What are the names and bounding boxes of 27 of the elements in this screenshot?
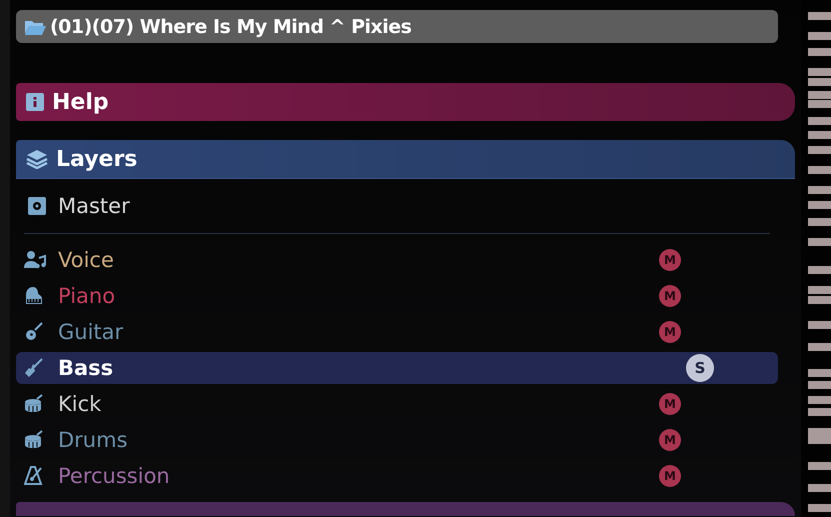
layer-row[interactable]: Piano M: [16, 280, 778, 312]
layer-row[interactable]: Kick M: [16, 388, 778, 420]
layer-row[interactable]: Guitar M: [16, 316, 778, 348]
layer-name: Kick: [58, 392, 102, 416]
section-title: Layers: [56, 146, 138, 172]
solo-button[interactable]: S: [686, 354, 714, 382]
file-row[interactable]: (01)(07) Where Is My Mind ^ Pixies: [16, 10, 778, 43]
layer-row[interactable]: Percussion M: [16, 460, 778, 492]
layer-row[interactable]: Master: [16, 191, 778, 221]
layer-name: Master: [58, 194, 130, 218]
layer-name: Bass: [58, 356, 114, 380]
section-title: Help: [52, 90, 109, 114]
layer-row[interactable]: Bass S: [16, 352, 778, 384]
layer-name: Guitar: [58, 320, 124, 344]
help-header[interactable]: Help: [16, 83, 795, 121]
layer-row[interactable]: Drums M: [16, 424, 778, 456]
layers-header[interactable]: Layers: [16, 140, 795, 179]
speaker-icon: [28, 197, 46, 215]
layer-name: Percussion: [58, 464, 170, 488]
layer-name: Drums: [58, 428, 128, 452]
layers-icon: [26, 149, 48, 169]
file-name: (01)(07) Where Is My Mind ^ Pixies: [50, 16, 412, 38]
person-music-icon: [24, 250, 46, 270]
layer-name: Piano: [58, 284, 116, 308]
layer-row[interactable]: Voice M: [16, 244, 778, 276]
info-icon: [26, 93, 44, 111]
layer-name: Voice: [58, 248, 114, 272]
